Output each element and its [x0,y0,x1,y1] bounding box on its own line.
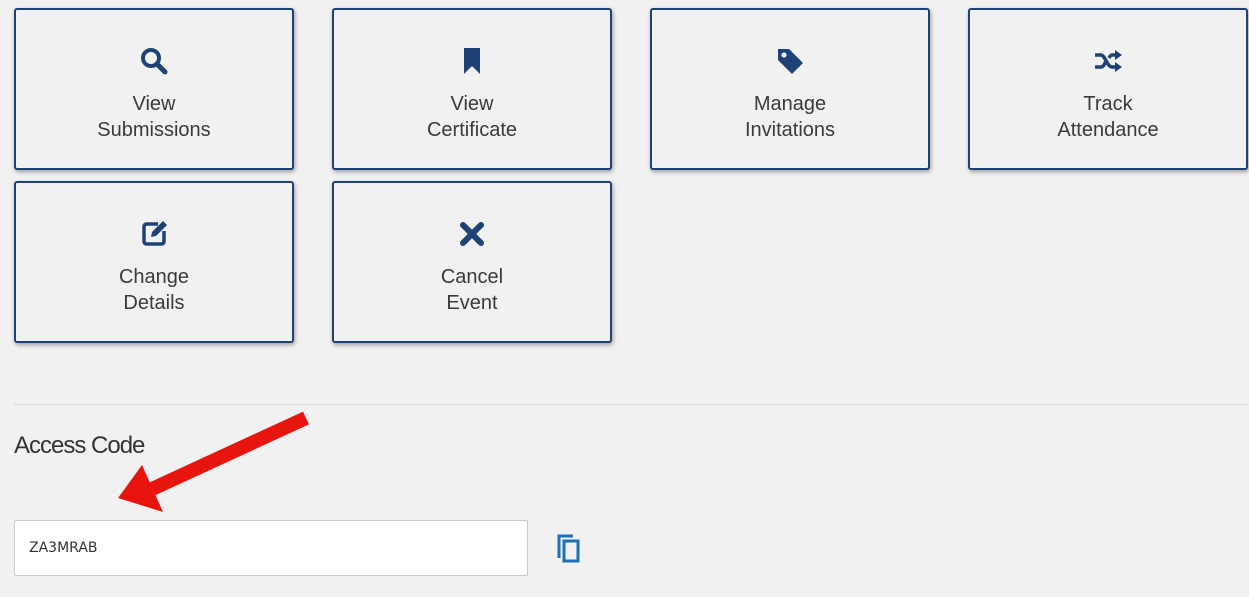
view-certificate-button[interactable]: View Certificate [332,8,612,170]
manage-invitations-label: Manage Invitations [744,93,836,141]
manage-invitations-button[interactable]: Manage Invitations [650,8,930,170]
bookmark-icon [457,46,487,76]
cancel-event-label: Cancel Event [440,266,504,314]
close-icon [457,219,487,249]
section-divider [14,404,1249,405]
track-attendance-label: Track Attendance [1057,93,1159,141]
view-submissions-button[interactable]: View Submissions [14,8,294,170]
shuffle-icon [1093,46,1123,76]
view-submissions-label: View Submissions [97,93,211,141]
edit-icon [139,219,169,249]
access-code-field[interactable] [14,520,528,576]
access-code-title: Access Code [14,432,145,459]
tag-icon [775,46,805,76]
view-certificate-label: View Certificate [426,93,518,141]
search-icon [139,46,169,76]
change-details-label: Change Details [118,266,190,314]
copy-button[interactable] [553,534,583,566]
track-attendance-button[interactable]: Track Attendance [968,8,1248,170]
cancel-event-button[interactable]: Cancel Event [332,181,612,343]
change-details-button[interactable]: Change Details [14,181,294,343]
event-page: View Submissions View Certificate Manage… [0,0,1249,597]
copy-icon [555,532,581,569]
